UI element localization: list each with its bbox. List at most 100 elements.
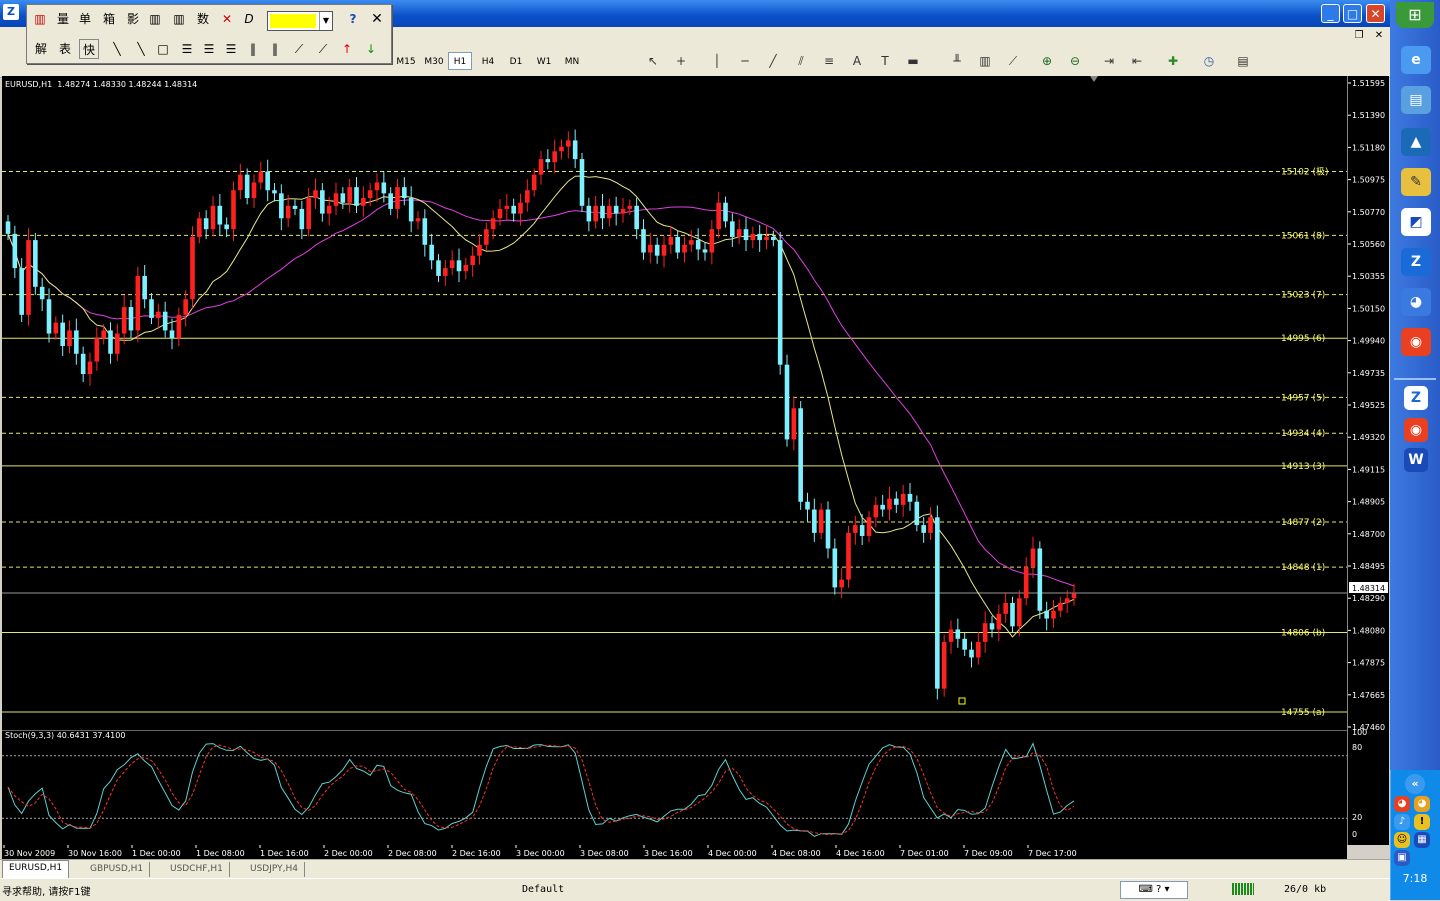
templates-icon[interactable]: ▤ — [1234, 53, 1252, 70]
crosshair-icon[interactable]: + — [672, 53, 690, 70]
qq-tray-icon-2[interactable]: ◕ — [1414, 796, 1430, 812]
price-chart[interactable]: 15102 (极) 15061 (8) 15023 (7) 14995 (6) 1495… — [2, 76, 1347, 730]
float-tool-6[interactable]: 解 — [31, 39, 51, 59]
tab-timeframe-mn[interactable]: MN — [560, 52, 584, 70]
app-tray-icon-2[interactable]: ▣ — [1394, 850, 1410, 866]
chart-shift-icon[interactable]: ⇤ — [1128, 53, 1146, 70]
vlines-tool-icon[interactable]: ‖ — [243, 39, 263, 59]
vertical-line-icon[interactable]: │ — [708, 53, 726, 70]
arrow-up-icon[interactable]: ↑ — [337, 39, 357, 59]
tray-expand-icon[interactable]: « — [1405, 774, 1425, 794]
candle-body — [757, 233, 762, 241]
tab-timeframe-h4[interactable]: H4 — [476, 52, 500, 70]
autoscroll-icon[interactable]: ⇥ — [1100, 53, 1118, 70]
fibonacci-icon[interactable]: ≡ — [820, 53, 838, 70]
qq-tray-icon[interactable]: ◕ — [1394, 796, 1410, 812]
cursor-icon[interactable]: ↖ — [644, 53, 662, 70]
app-icon-5[interactable]: ◩ — [1401, 208, 1431, 236]
app-icon-2[interactable]: ▤ — [1401, 86, 1431, 114]
float-tool-1[interactable]: 量 — [53, 9, 73, 29]
hline2-tool-icon[interactable]: ☰ — [199, 39, 219, 59]
close-small-button[interactable]: ✕ — [1372, 29, 1386, 43]
line-chart-icon[interactable]: ⟋ — [1004, 53, 1022, 70]
bars-tool-icon[interactable]: ▥ — [145, 9, 165, 29]
qq-icon[interactable]: ◕ — [1401, 288, 1431, 316]
trendline-icon[interactable]: ╱ — [764, 53, 782, 70]
arrow-down-icon[interactable]: ↓ — [361, 39, 381, 59]
rect-tool-icon[interactable]: □ — [153, 39, 173, 59]
volume-tray-icon[interactable]: ♪ — [1394, 814, 1410, 830]
tab-timeframe-m15[interactable]: M15 — [392, 52, 420, 70]
float-tool-3[interactable]: 箱 — [99, 9, 119, 29]
candle-tool-icon[interactable]: ▥ — [31, 9, 49, 29]
clock[interactable]: 7:18 — [1390, 872, 1440, 885]
paint-icon[interactable]: ✎ — [1401, 168, 1431, 196]
restore-small-button[interactable]: ❐ — [1352, 29, 1366, 43]
zdown-icon[interactable]: Z — [1401, 248, 1431, 276]
candle-body — [203, 218, 209, 230]
tab-timeframe-w1[interactable]: W1 — [532, 52, 556, 70]
dx-tool-icon[interactable]: D — [239, 9, 259, 29]
tab-timeframe-m30[interactable]: M30 — [420, 52, 448, 70]
float-tool-8[interactable]: 快 — [79, 39, 99, 59]
app-icon-8[interactable]: ◉ — [1401, 328, 1431, 356]
candle-body — [579, 159, 585, 206]
ray-tool-icon[interactable]: ╲ — [131, 39, 151, 59]
candle-body — [490, 218, 496, 230]
candle-body — [955, 629, 961, 639]
net-tray-icon[interactable]: ☺ — [1394, 832, 1410, 848]
start-button[interactable]: ⊞ — [1396, 2, 1434, 28]
chevron-down-icon[interactable]: ▼ — [319, 12, 332, 30]
tab-eurusd[interactable]: EURUSD,H1 — [2, 860, 70, 879]
arrow-label-icon[interactable]: ▬ — [904, 53, 922, 70]
vlines2-tool-icon[interactable]: ‖ — [265, 39, 285, 59]
float-tool-4[interactable]: 影 — [123, 9, 143, 29]
app-task-icon[interactable]: ◉ — [1404, 418, 1428, 442]
text-icon[interactable]: A — [848, 53, 866, 70]
candlestick-icon[interactable]: ▥ — [976, 53, 994, 70]
ma-fast-line — [7, 175, 1075, 638]
ie-icon[interactable]: e — [1401, 46, 1431, 74]
tab-gbpusd[interactable]: GBPUSD,H1 — [84, 862, 151, 877]
horizontal-line-icon[interactable]: ─ — [736, 53, 754, 70]
close-button[interactable]: ✕ — [1366, 4, 1385, 23]
cross-tool-icon[interactable]: ✕ — [217, 9, 237, 29]
tab-usdjpy[interactable]: USDJPY,H4 — [244, 862, 305, 877]
tab-timeframe-h1[interactable]: H1 — [448, 52, 472, 70]
zdown-task-icon[interactable]: Z — [1404, 386, 1428, 410]
hline-tool-icon[interactable]: ☰ — [177, 39, 197, 59]
warn-tray-icon[interactable]: ! — [1414, 814, 1430, 830]
maximize-button[interactable]: □ — [1343, 4, 1362, 23]
fan-tool-icon[interactable]: ⟋ — [289, 39, 309, 59]
line-tool-icon[interactable]: ╲ — [107, 39, 127, 59]
channel-icon[interactable]: ⫽ — [792, 53, 810, 70]
candle-body — [702, 249, 708, 253]
zoom-in-icon[interactable]: ⊕ — [1038, 53, 1056, 70]
minimize-button[interactable]: _ — [1321, 4, 1340, 23]
price-chart-svg: 15102 (极) 15061 (8) 15023 (7) 14995 (6) 1495… — [2, 76, 1347, 718]
indicators-icon[interactable]: ✚ — [1164, 53, 1182, 70]
word-task-icon[interactable]: W — [1404, 448, 1428, 472]
zoom-out-icon[interactable]: ⊖ — [1066, 53, 1084, 70]
stochastic-panel[interactable]: Stoch(9,3,3) 40.6431 37.4100 — [2, 730, 1347, 846]
close-float-icon[interactable]: ✕ — [367, 9, 387, 29]
tab-usdchf[interactable]: USDCHF,H1 — [164, 862, 230, 877]
price-tick-label: 1.51595 — [1352, 79, 1385, 88]
fan2-tool-icon[interactable]: ⟋ — [313, 39, 333, 59]
color-picker[interactable]: ▼ — [267, 11, 333, 31]
text-label-icon[interactable]: T — [876, 53, 894, 70]
bar-chart-icon[interactable]: ╨ — [948, 53, 966, 70]
keyboard-icon[interactable]: ⌨ ? ▾ — [1120, 881, 1188, 899]
float-tool-7[interactable]: 表 — [55, 39, 75, 59]
help-icon[interactable]: ? — [343, 9, 363, 29]
candle-body — [121, 307, 127, 334]
tab-timeframe-d1[interactable]: D1 — [504, 52, 528, 70]
float-tool-5[interactable]: 数 — [193, 9, 213, 29]
bars2-tool-icon[interactable]: ▥ — [169, 9, 189, 29]
hline3-tool-icon[interactable]: ☰ — [221, 39, 241, 59]
price-tick-label: 1.50770 — [1352, 208, 1385, 217]
app-tray-icon[interactable]: ▦ — [1414, 832, 1430, 848]
periods-icon[interactable]: ◷ — [1200, 53, 1218, 70]
float-tool-2[interactable]: 单 — [75, 9, 95, 29]
app-icon-3[interactable]: ▲ — [1401, 128, 1431, 156]
